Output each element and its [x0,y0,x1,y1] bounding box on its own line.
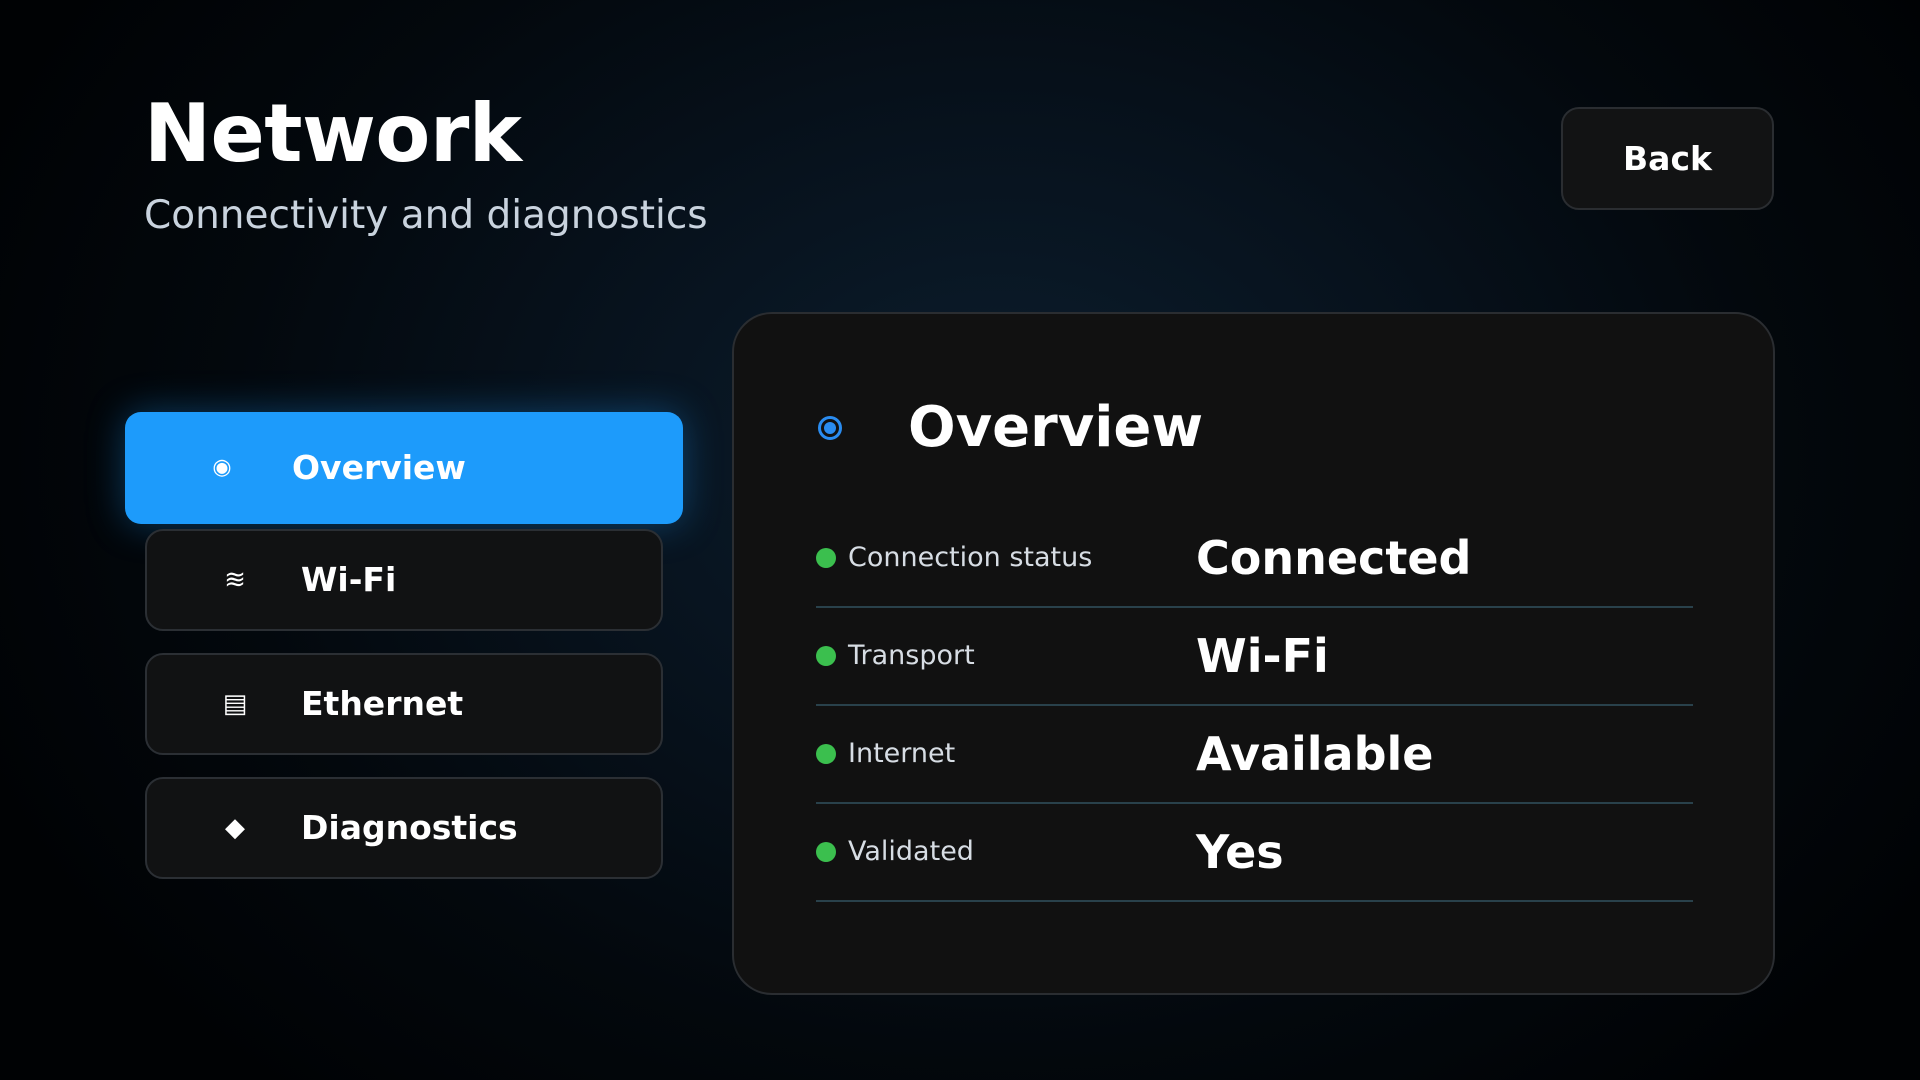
status-dot-icon [816,744,836,764]
status-value: Connected [1196,531,1472,585]
status-dot-icon [816,842,836,862]
status-label: Validated [848,836,974,867]
status-value: Wi-Fi [1196,629,1329,683]
status-value: Available [1196,727,1434,781]
sidebar-item-diagnostics[interactable]: ◆ Diagnostics [145,777,663,879]
ethernet-lines-icon: ▤ [222,689,248,719]
diamond-icon: ◆ [225,813,245,843]
radio-dot-icon [818,416,842,440]
status-label: Transport [848,640,975,671]
status-row-connection: Connection status Connected [816,510,1693,608]
sidebar-item-label: Overview [292,448,466,487]
panel-title: Overview [908,395,1204,460]
status-value: Yes [1196,825,1284,879]
panel-header: Overview [818,398,1203,458]
status-row-transport: Transport Wi-Fi [816,608,1693,706]
page-title: Network [144,87,522,180]
sidebar-item-label: Diagnostics [301,808,518,847]
wifi-waves-icon: ≋ [224,565,246,595]
page-subtitle: Connectivity and diagnostics [144,193,708,238]
status-label: Connection status [848,542,1093,573]
radio-dot-icon: ◉ [212,455,232,480]
status-list: Connection status Connected Transport Wi… [816,510,1693,902]
status-row-internet: Internet Available [816,706,1693,804]
page-header: Network Connectivity and diagnostics [144,86,708,240]
sidebar-item-wifi[interactable]: ≋ Wi-Fi [145,529,663,631]
sidebar-item-ethernet[interactable]: ▤ Ethernet [145,653,663,755]
sidebar-item-label: Ethernet [301,684,464,723]
back-button[interactable]: Back [1561,107,1774,210]
status-dot-icon [816,548,836,568]
overview-panel: Overview Connection status Connected Tra… [732,312,1775,995]
sidebar-item-label: Wi-Fi [301,560,397,599]
status-row-validated: Validated Yes [816,804,1693,902]
status-label: Internet [848,738,956,769]
sidebar-item-overview[interactable]: ◉ Overview [125,412,683,524]
status-dot-icon [816,646,836,666]
